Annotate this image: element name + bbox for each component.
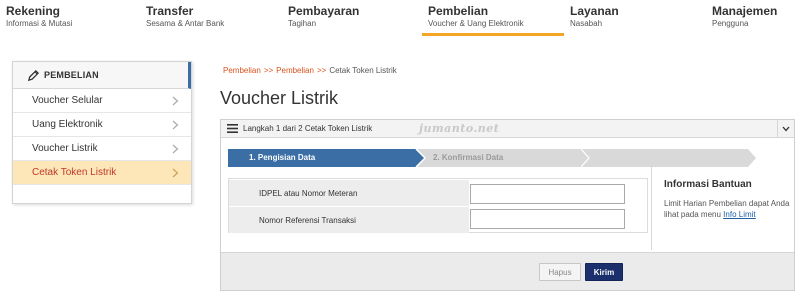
help-info-box: Informasi Bantuan Limit Harian Pembelian… — [651, 167, 794, 250]
idpel-input[interactable] — [470, 184, 625, 204]
nav-title: Pembayaran — [288, 4, 360, 18]
nav-title: Manajemen — [712, 4, 778, 18]
field-label-text: IDPEL atau Nomor Meteran — [259, 188, 358, 198]
top-navigation: Rekening Informasi & Mutasi Transfer Ses… — [0, 0, 800, 36]
sidebar-item-voucher-selular[interactable]: Voucher Selular — [13, 89, 191, 113]
chevron-right-icon — [172, 144, 179, 153]
sidebar-item-voucher-listrik[interactable]: Voucher Listrik — [13, 137, 191, 161]
sidebar-item-label: Voucher Selular — [32, 95, 103, 106]
sidebar-item-cetak-token-listrik[interactable]: Cetak Token Listrik — [13, 161, 191, 185]
nav-title: Layanan — [570, 4, 619, 18]
step-2-label: 2. Konfirmasi Data — [433, 153, 504, 162]
sidebar-item-label: Voucher Listrik — [32, 143, 98, 154]
nav-subtitle: Sesama & Antar Bank — [146, 19, 225, 28]
breadcrumb-separator: >> — [263, 66, 274, 75]
page-title: Voucher Listrik — [220, 88, 339, 108]
nav-item-pembelian[interactable]: Pembelian Voucher & Uang Elektronik — [428, 4, 524, 34]
help-heading: Informasi Bantuan — [664, 179, 752, 190]
step-1-label: 1. Pengisian Data — [249, 153, 316, 162]
menu-icon — [227, 124, 238, 133]
collapse-button[interactable] — [777, 120, 794, 137]
nav-item-pembayaran[interactable]: Pembayaran Tagihan — [288, 4, 359, 34]
field-label-idpel: IDPEL atau Nomor Meteran — [229, 180, 469, 206]
breadcrumb-link-pembelian-2[interactable]: Pembelian — [276, 66, 314, 75]
help-body: Limit Harian Pembelian dapat Anda lihat … — [664, 198, 794, 220]
form-panel: Langkah 1 dari 2 Cetak Token Listrik jum… — [220, 119, 795, 291]
chevron-right-icon — [172, 120, 179, 129]
nav-subtitle: Voucher & Uang Elektronik — [428, 19, 524, 28]
breadcrumb: Pembelian >> Pembelian >> Cetak Token Listri… — [223, 66, 397, 75]
nav-title: Transfer — [146, 4, 194, 18]
nav-subtitle: Nasabah — [570, 19, 603, 28]
step-indicator-text: Langkah 1 dari 2 Cetak Token Listrik — [243, 124, 373, 133]
step-progress: 1. Pengisian Data 2. Konfirmasi Data — [228, 149, 758, 167]
nav-active-indicator — [422, 33, 564, 36]
breadcrumb-separator: >> — [316, 66, 327, 75]
submit-button[interactable]: Kirim — [585, 263, 623, 281]
nav-item-manajemen[interactable]: Manajemen Pengguna — [712, 4, 777, 34]
nav-item-layanan[interactable]: Layanan Nasabah — [570, 4, 619, 34]
reference-number-input[interactable] — [470, 209, 625, 229]
sidebar-header-label: PEMBELIAN — [44, 70, 99, 80]
nav-subtitle: Tagihan — [288, 19, 317, 28]
sidebar-header: PEMBELIAN — [13, 62, 191, 89]
sidebar-item-label: Uang Elektronik — [32, 119, 103, 130]
chevron-right-icon — [172, 168, 179, 177]
pencil-icon — [27, 69, 40, 81]
field-label-referensi: Nomor Referensi Transaksi — [229, 207, 469, 233]
nav-item-rekening[interactable]: Rekening Informasi & Mutasi — [6, 4, 72, 34]
nav-title: Rekening — [6, 4, 61, 18]
watermark: jumanto.net — [419, 122, 500, 135]
nav-item-transfer[interactable]: Transfer Sesama & Antar Bank — [146, 4, 224, 34]
nav-subtitle: Informasi & Mutasi — [6, 19, 73, 28]
sidebar-menu: PEMBELIAN Voucher Selular Uang Elektroni… — [12, 61, 192, 204]
chevron-down-icon — [782, 126, 790, 131]
breadcrumb-current: Cetak Token Listrik — [329, 66, 397, 75]
field-label-text: Nomor Referensi Transaksi — [259, 215, 356, 225]
info-limit-link[interactable]: Info Limit — [723, 210, 755, 219]
sidebar-item-label: Cetak Token Listrik — [32, 167, 117, 178]
panel-header: Langkah 1 dari 2 Cetak Token Listrik jum… — [221, 120, 794, 138]
form-footer: Hapus Kirim — [221, 252, 794, 290]
breadcrumb-link-pembelian[interactable]: Pembelian — [223, 66, 261, 75]
sidebar-item-uang-elektronik[interactable]: Uang Elektronik — [13, 113, 191, 137]
reset-button[interactable]: Hapus — [539, 263, 581, 281]
nav-title: Pembelian — [428, 4, 489, 18]
nav-subtitle: Pengguna — [712, 19, 749, 28]
chevron-right-icon — [172, 96, 179, 105]
